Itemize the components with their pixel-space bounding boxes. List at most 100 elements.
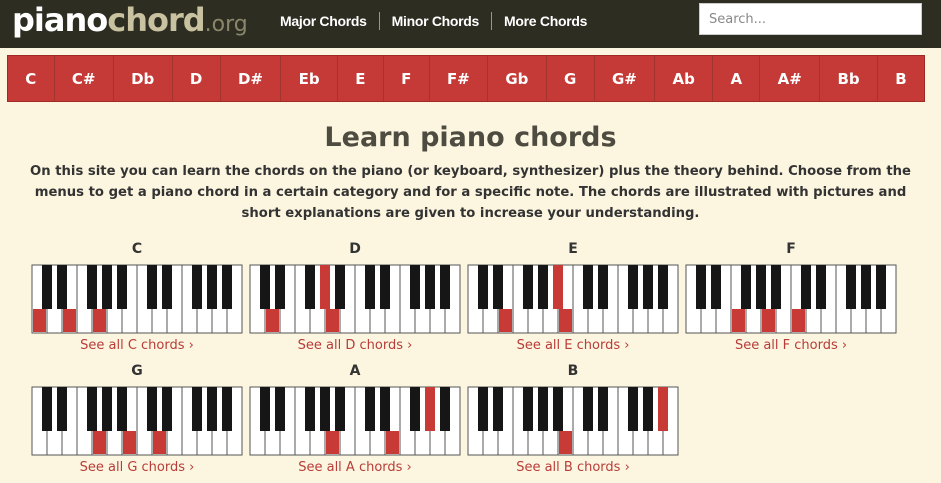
note-tab-g[interactable]: G bbox=[547, 56, 595, 101]
note-tab-a[interactable]: A bbox=[713, 56, 761, 101]
black-key bbox=[192, 265, 202, 309]
highlighted-white-key bbox=[732, 309, 745, 332]
black-key bbox=[57, 265, 67, 309]
highlighted-white-key bbox=[559, 431, 572, 454]
highlighted-white-key bbox=[559, 309, 572, 332]
black-key bbox=[320, 387, 330, 431]
highlighted-black-key bbox=[320, 265, 330, 309]
black-key bbox=[741, 265, 751, 309]
highlighted-white-key bbox=[326, 431, 339, 454]
chord-card-a: A See all A chords › bbox=[249, 362, 461, 475]
nav-minor-chords[interactable]: Minor Chords bbox=[380, 12, 493, 30]
piano-keyboard[interactable] bbox=[467, 264, 679, 334]
black-key bbox=[305, 387, 315, 431]
main-nav: Major Chords Minor Chords More Chords bbox=[268, 12, 599, 30]
chord-card-e: E See all E chords › bbox=[467, 240, 679, 353]
black-key bbox=[493, 387, 503, 431]
note-tab-d-sharp[interactable]: D# bbox=[221, 56, 282, 101]
black-key bbox=[756, 265, 766, 309]
black-key bbox=[365, 265, 375, 309]
highlighted-white-key bbox=[792, 309, 805, 332]
black-key bbox=[846, 265, 856, 309]
search-input[interactable] bbox=[699, 3, 922, 35]
see-all-chords-link[interactable]: See all G chords › bbox=[31, 460, 243, 475]
highlighted-white-key bbox=[33, 309, 46, 332]
black-key bbox=[425, 265, 435, 309]
black-key bbox=[478, 387, 488, 431]
note-tab-bb[interactable]: Bb bbox=[820, 56, 878, 101]
black-key bbox=[440, 387, 450, 431]
black-key bbox=[275, 387, 285, 431]
black-key bbox=[538, 265, 548, 309]
note-tab-c-sharp[interactable]: C# bbox=[55, 56, 114, 101]
black-key bbox=[523, 387, 533, 431]
chord-card-b: B See all B chords › bbox=[467, 362, 679, 475]
black-key bbox=[711, 265, 721, 309]
highlighted-white-key bbox=[93, 431, 106, 454]
black-key bbox=[643, 265, 653, 309]
chord-card-g: G See all G chords › bbox=[31, 362, 243, 475]
note-tab-c[interactable]: C bbox=[8, 56, 55, 101]
logo-part-chord: chord bbox=[107, 1, 205, 39]
note-tab-f[interactable]: F bbox=[384, 56, 430, 101]
chord-title: C bbox=[131, 241, 143, 257]
piano-keyboard[interactable] bbox=[467, 386, 679, 456]
note-tab-a-sharp[interactable]: A# bbox=[760, 56, 821, 101]
black-key bbox=[380, 265, 390, 309]
black-key bbox=[305, 265, 315, 309]
highlighted-white-key bbox=[266, 309, 279, 332]
see-all-chords-link[interactable]: See all D chords › bbox=[249, 338, 461, 353]
see-all-chords-link[interactable]: See all C chords › bbox=[31, 338, 243, 353]
black-key bbox=[553, 387, 563, 431]
note-tab-b[interactable]: B bbox=[878, 56, 924, 101]
note-tab-gb[interactable]: Gb bbox=[488, 56, 547, 101]
see-all-chords-link[interactable]: See all E chords › bbox=[467, 338, 679, 353]
highlighted-white-key bbox=[326, 309, 339, 332]
highlighted-black-key bbox=[425, 387, 435, 431]
note-tab-db[interactable]: Db bbox=[114, 56, 173, 101]
black-key bbox=[410, 265, 420, 309]
note-tab-f-sharp[interactable]: F# bbox=[430, 56, 489, 101]
note-tab-eb[interactable]: Eb bbox=[281, 56, 338, 101]
see-all-chords-link[interactable]: See all A chords › bbox=[249, 460, 461, 475]
black-key bbox=[222, 387, 232, 431]
piano-keyboard[interactable] bbox=[31, 264, 243, 334]
chord-title: E bbox=[568, 241, 578, 257]
black-key bbox=[696, 265, 706, 309]
top-header: pianochord.org Major Chords Minor Chords… bbox=[0, 0, 941, 48]
black-key bbox=[523, 265, 533, 309]
highlighted-white-key bbox=[499, 309, 512, 332]
see-all-chords-link[interactable]: See all F chords › bbox=[685, 338, 897, 353]
note-tab-g-sharp[interactable]: G# bbox=[595, 56, 656, 101]
piano-keyboard[interactable] bbox=[249, 264, 461, 334]
highlighted-white-key bbox=[386, 431, 399, 454]
piano-keyboard[interactable] bbox=[685, 264, 897, 334]
black-key bbox=[658, 265, 668, 309]
chord-title: D bbox=[349, 241, 361, 257]
black-key bbox=[207, 387, 217, 431]
site-logo[interactable]: pianochord.org bbox=[12, 0, 248, 44]
black-key bbox=[493, 265, 503, 309]
note-tab-d[interactable]: D bbox=[173, 56, 221, 101]
black-key bbox=[117, 387, 127, 431]
black-key bbox=[876, 265, 886, 309]
note-tab-e[interactable]: E bbox=[338, 56, 384, 101]
nav-more-chords[interactable]: More Chords bbox=[492, 12, 599, 30]
chord-card-c: C See all C chords › bbox=[31, 240, 243, 353]
chord-title: B bbox=[567, 363, 579, 379]
black-key bbox=[42, 265, 52, 309]
see-all-chords-link[interactable]: See all B chords › bbox=[467, 460, 679, 475]
black-key bbox=[598, 387, 608, 431]
intro-text: On this site you can learn the chords on… bbox=[30, 164, 911, 221]
black-key bbox=[538, 387, 548, 431]
highlighted-black-key bbox=[658, 387, 668, 431]
piano-keyboard[interactable] bbox=[31, 386, 243, 456]
highlighted-black-key bbox=[553, 265, 563, 309]
black-key bbox=[365, 387, 375, 431]
black-key bbox=[260, 387, 270, 431]
note-tab-ab[interactable]: Ab bbox=[655, 56, 714, 101]
highlighted-white-key bbox=[153, 431, 166, 454]
piano-keyboard[interactable] bbox=[249, 386, 461, 456]
chord-title: A bbox=[349, 363, 361, 379]
nav-major-chords[interactable]: Major Chords bbox=[268, 12, 380, 30]
